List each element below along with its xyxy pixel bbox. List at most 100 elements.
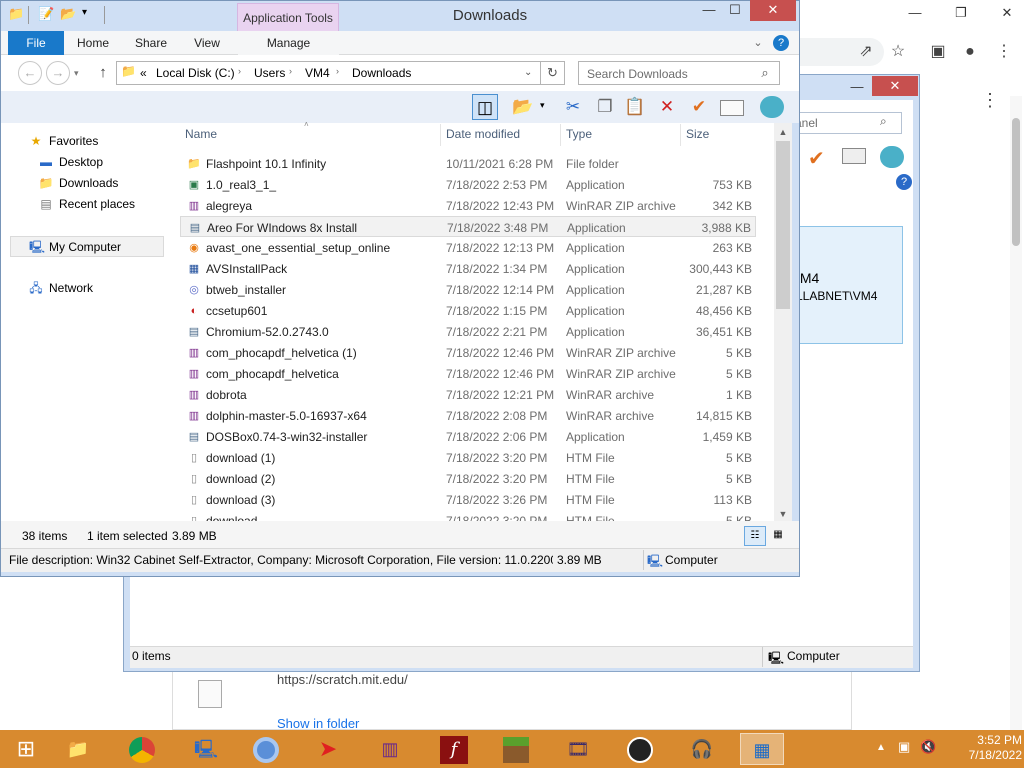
ribbon-expand-icon[interactable]: ⌄	[750, 34, 766, 52]
bg-close-icon[interactable]: ✕	[872, 76, 918, 96]
flash-taskbar-icon[interactable]: f	[432, 733, 476, 765]
acrobat-taskbar-icon[interactable]: ➤	[306, 733, 350, 765]
table-row[interactable]: ▤ Areo For WIndows 8x Install 7/18/2022 3:…	[180, 216, 756, 237]
address-dropdown-icon[interactable]: ⌄	[524, 63, 538, 83]
forward-button[interactable]: →	[46, 61, 70, 85]
nav-downloads[interactable]: 📁 Downloads	[0, 173, 175, 194]
column-divider[interactable]	[680, 124, 681, 146]
tab-share[interactable]: Share	[128, 31, 174, 55]
chromium-taskbar-icon[interactable]	[244, 733, 288, 765]
breadcrumb-downloads[interactable]: Downloads	[352, 66, 411, 80]
chrome-restore-icon[interactable]: ❐	[946, 2, 976, 24]
show-in-folder-link[interactable]: Show in folder	[277, 716, 359, 731]
rename-icon[interactable]	[720, 100, 744, 116]
properties-folder-icon[interactable]: 📂	[510, 94, 536, 120]
refresh-button[interactable]: ↻	[541, 61, 565, 85]
bg-check-icon[interactable]: ✔	[808, 146, 825, 171]
obs-taskbar-icon[interactable]	[618, 733, 662, 765]
recent-locations-icon[interactable]: ▾	[74, 63, 86, 83]
table-row[interactable]: ◐ ccsetup601 7/18/2022 1:15 PM Application 4…	[180, 300, 756, 321]
column-divider[interactable]	[560, 124, 561, 146]
minecraft-taskbar-icon[interactable]	[494, 733, 538, 765]
breadcrumb-local-disk[interactable]: Local Disk (C:)	[156, 66, 235, 80]
breadcrumb-separator-icon[interactable]: ›	[238, 66, 241, 76]
network-tray-icon[interactable]: ▣	[898, 739, 910, 755]
table-row[interactable]: ▯ download 7/18/2022 3:20 PM HTM File 5 KB	[180, 510, 756, 521]
column-type[interactable]: Type	[566, 127, 592, 141]
up-button[interactable]: ↑	[94, 62, 112, 84]
select-check-icon[interactable]: ✔	[686, 94, 712, 120]
chrome-menu-icon[interactable]: ⋮	[990, 38, 1018, 66]
breadcrumb-separator-icon[interactable]: ›	[336, 66, 339, 76]
table-row[interactable]: ▥ dobrota 7/18/2022 12:21 PM WinRAR archive…	[180, 384, 756, 405]
table-row[interactable]: ▯ download (2) 7/18/2022 3:20 PM HTM File 5 …	[180, 468, 756, 489]
table-row[interactable]: ▤ Chromium-52.0.2743.0 7/18/2022 2:21 PM Ap…	[180, 321, 756, 342]
qat-dropdown-icon[interactable]: ▾	[82, 7, 96, 23]
volume-muted-icon[interactable]: 🔇	[920, 739, 936, 755]
tab-file[interactable]: File	[8, 31, 64, 55]
maximize-button[interactable]: ☐	[720, 0, 750, 21]
winrar-taskbar-icon[interactable]: ▥	[368, 733, 412, 765]
bg-rename-icon[interactable]	[842, 148, 866, 164]
profile-icon[interactable]: ●	[956, 38, 984, 66]
page-menu-icon[interactable]: ⋮	[976, 86, 1004, 114]
qat-properties-icon[interactable]: 📝	[38, 6, 56, 24]
column-size[interactable]: Size	[686, 127, 709, 141]
table-row[interactable]: ▯ download (1) 7/18/2022 3:20 PM HTM File 5 …	[180, 447, 756, 468]
table-row[interactable]: 📁 Flashpoint 10.1 Infinity 10/11/2021 6:28…	[180, 153, 756, 174]
nav-recent-places[interactable]: ▤ Recent places	[0, 194, 175, 215]
chrome-minimize-icon[interactable]: —	[900, 2, 930, 24]
title-bar[interactable]	[1, 0, 799, 31]
table-row[interactable]: ◎ btweb_installer 7/18/2022 12:14 PM Applic…	[180, 279, 756, 300]
nav-desktop[interactable]: ▬ Desktop	[0, 152, 175, 173]
cut-icon[interactable]: ✂	[560, 94, 586, 120]
nav-favorites[interactable]: ★ Favorites	[0, 131, 175, 152]
back-button[interactable]: ←	[18, 61, 42, 85]
bg-minimize-icon[interactable]: —	[842, 76, 872, 98]
bookmark-star-icon[interactable]: ☆	[884, 38, 912, 66]
file-explorer-taskbar-icon[interactable]: 📁	[56, 733, 100, 765]
column-name[interactable]: Name	[185, 127, 217, 141]
qat-new-folder-icon[interactable]: 📂	[60, 6, 78, 24]
column-date[interactable]: Date modified	[446, 127, 520, 141]
side-panel-icon[interactable]: ▣	[924, 38, 952, 66]
table-row[interactable]: ▦ AVSInstallPack 7/18/2022 1:34 PM Applicat…	[180, 258, 756, 279]
network-share-icon[interactable]	[760, 96, 784, 118]
search-icon[interactable]: ⌕	[756, 64, 774, 82]
table-row[interactable]: ▣ 1.0_real3_1_ 7/18/2022 2:53 PM Applicatio…	[180, 174, 756, 195]
table-row[interactable]: ▥ com_phocapdf_helvetica (1) 7/18/2022 12:…	[180, 342, 756, 363]
show-hidden-icons-icon[interactable]: ▲	[876, 742, 886, 753]
large-icons-view-icon[interactable]: ▦	[768, 526, 788, 546]
column-divider[interactable]	[440, 124, 441, 146]
details-view-icon[interactable]: ☷	[744, 526, 766, 546]
table-row[interactable]: ◉ avast_one_essential_setup_online 7/18/20…	[180, 237, 756, 258]
scrollbar-thumb[interactable]	[776, 141, 790, 309]
remote-desktop-taskbar-icon[interactable]: 🖳	[184, 733, 228, 765]
delete-icon[interactable]: ✕	[654, 94, 680, 120]
preview-pane-icon[interactable]: ◫	[472, 94, 498, 120]
tab-view[interactable]: View	[184, 31, 230, 55]
clock[interactable]: 3:52 PM 7/18/2022	[936, 733, 1022, 763]
paste-icon[interactable]: 📋	[622, 94, 648, 120]
nav-network[interactable]: 🖧 Network	[0, 278, 175, 299]
table-row[interactable]: ▤ DOSBox0.74-3-win32-installer 7/18/2022 2…	[180, 426, 756, 447]
nav-my-computer[interactable]: 🖳 My Computer	[10, 236, 164, 257]
audacity-taskbar-icon[interactable]: 🎧	[680, 733, 724, 765]
search-input[interactable]: Search Downloads	[578, 61, 780, 85]
close-button[interactable]: ✕	[750, 0, 796, 21]
folder-dropdown-icon[interactable]: ▾	[540, 100, 545, 111]
table-row[interactable]: ▥ dolphin-master-5.0-16937-x64 7/18/2022 2…	[180, 405, 756, 426]
tab-manage[interactable]: Manage	[238, 31, 339, 55]
movie-maker-taskbar-icon[interactable]: 🎞	[556, 733, 600, 765]
breadcrumb-users[interactable]: Users	[254, 66, 285, 80]
breadcrumb-overflow[interactable]: «	[140, 66, 147, 80]
copy-icon[interactable]: ❐	[592, 94, 618, 120]
table-row[interactable]: ▯ download (3) 7/18/2022 3:26 PM HTM File 11…	[180, 489, 756, 510]
breadcrumb-vm4[interactable]: VM4	[305, 66, 330, 80]
bg-network-icon[interactable]	[880, 146, 904, 168]
table-row[interactable]: ▥ com_phocapdf_helvetica 7/18/2022 12:46 P…	[180, 363, 756, 384]
breadcrumb-separator-icon[interactable]: ›	[289, 66, 292, 76]
share-icon[interactable]: ⇗	[852, 38, 880, 66]
chrome-close-icon[interactable]: ✕	[992, 2, 1022, 24]
chrome-taskbar-icon[interactable]	[120, 733, 164, 765]
